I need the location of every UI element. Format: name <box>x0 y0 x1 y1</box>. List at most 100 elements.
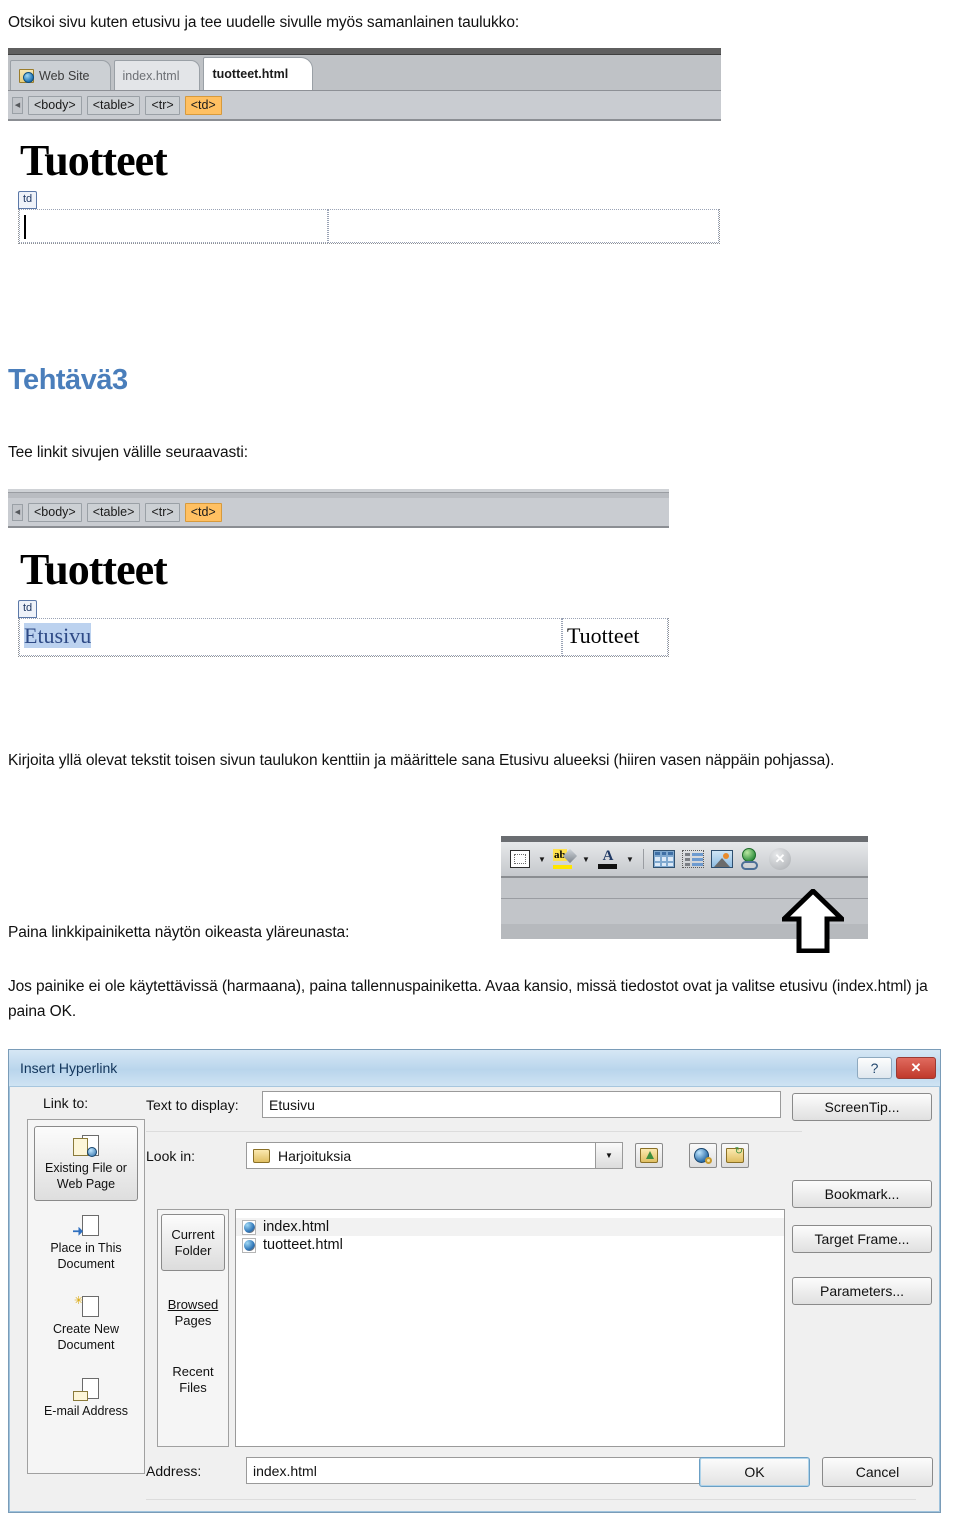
toolbar-row: ▼ ab ▼ A ▼ ✕ <box>501 842 868 878</box>
browse-the-web-button[interactable] <box>689 1143 717 1168</box>
font-color-icon[interactable]: A <box>595 846 621 872</box>
browse-up-folder-button[interactable] <box>635 1143 663 1168</box>
look-in-dropdown-arrow[interactable]: ▼ <box>596 1142 623 1169</box>
ok-button[interactable]: OK <box>699 1457 810 1487</box>
tab-recent-files-label1: Recent <box>172 1364 214 1380</box>
instruction-tee-linkit-text: Tee linkit sivujen välille seuraavasti: <box>8 444 248 461</box>
highlight-dropdown-arrow[interactable]: ▼ <box>580 855 592 864</box>
tag-tr[interactable]: <tr> <box>145 95 180 115</box>
instruction-paina-text: Paina linkkipainiketta näytön oikeasta y… <box>8 924 350 941</box>
link-to-create-label1: Create New <box>53 1321 119 1336</box>
look-in-value: Harjoituksia <box>278 1147 352 1164</box>
tag-body[interactable]: <body> <box>28 95 82 115</box>
page-canvas: Tuotteet td <box>8 121 721 293</box>
remove-hyperlink-icon[interactable]: ✕ <box>767 846 793 872</box>
tab-web-site[interactable]: Web Site <box>10 60 111 90</box>
tag-scroll-left-icon[interactable]: ◀ <box>12 96 23 114</box>
tag-selector-bar: ◀ <body> <table> <tr> <td> <box>8 91 721 121</box>
table-cell-right-2[interactable]: Tuotteet <box>562 618 668 656</box>
tag-selector-bar-2: ◀ <body> <table> <tr> <td> <box>8 498 669 528</box>
tab-browsed-pages-label2: Pages <box>174 1312 212 1328</box>
font-color-dropdown-arrow[interactable]: ▼ <box>624 855 636 864</box>
link-to-place-in-document[interactable]: Place in This Document <box>28 1201 144 1278</box>
dialog-action-buttons: OK Cancel <box>699 1457 933 1487</box>
table-cell-left[interactable] <box>19 209 328 243</box>
td-cell-marker: td <box>18 191 38 209</box>
screenshot-tuotteet-with-links: ◀ <body> <table> <tr> <td> Tuotteet td E… <box>8 489 669 697</box>
tab-tuotteet-html-label: tuotteet.html <box>212 67 289 81</box>
insert-layer-icon[interactable] <box>680 846 706 872</box>
file-list-item-index[interactable]: index.html <box>236 1218 784 1236</box>
text-to-display-label: Text to display: <box>146 1096 239 1113</box>
close-button[interactable]: ✕ <box>896 1057 936 1079</box>
tag-td-selected-2[interactable]: <td> <box>184 502 222 522</box>
tab-tuotteet-html[interactable]: tuotteet.html <box>203 57 314 90</box>
instruction-paina-linkkipainiketta: Paina linkkipainiketta näytön oikeasta y… <box>8 920 508 945</box>
page-heading: Tuotteet <box>20 136 168 185</box>
help-button[interactable]: ? <box>857 1057 892 1079</box>
borders-dropdown-arrow[interactable]: ▼ <box>536 855 548 864</box>
insert-picture-icon[interactable] <box>709 846 735 872</box>
borders-icon[interactable] <box>507 846 533 872</box>
paragraph-kirjoita: Kirjoita yllä olevat tekstit toisen sivu… <box>8 748 948 773</box>
address-label: Address: <box>146 1462 202 1479</box>
cancel-button[interactable]: Cancel <box>822 1457 933 1487</box>
parameters-button[interactable]: Parameters... <box>792 1277 932 1305</box>
look-in-combo[interactable]: Harjoituksia <box>246 1142 596 1169</box>
insert-hyperlink-icon[interactable] <box>738 846 764 872</box>
screentip-button[interactable]: ScreenTip... <box>792 1093 932 1121</box>
link-to-existing-file[interactable]: Existing File or Web Page <box>34 1126 138 1201</box>
tag-table-2[interactable]: <table> <box>86 502 141 522</box>
browse-for-file-button[interactable] <box>721 1143 749 1168</box>
link-to-panel: Existing File or Web Page Place in This … <box>27 1119 145 1474</box>
page-table-2: Etusivu Tuotteet <box>18 618 669 657</box>
link-to-email-address[interactable]: E-mail Address <box>28 1358 144 1424</box>
link-to-create-new-document[interactable]: ✳ Create New Document <box>28 1278 144 1359</box>
text-tuotteet: Tuotteet <box>567 623 640 648</box>
bookmark-button[interactable]: Bookmark... <box>792 1180 932 1208</box>
file-list-item-index-label: index.html <box>263 1219 330 1235</box>
link-to-create-label2: Document <box>57 1337 115 1352</box>
screenshot-tuotteet-empty-table: Web Site index.html tuotteet.html ◀ <bod… <box>8 48 721 293</box>
paragraph-kirjoita-text: Kirjoita yllä olevat tekstit toisen sivu… <box>8 752 835 769</box>
page-canvas-2: Tuotteet td Etusivu Tuotteet <box>8 528 669 697</box>
browse-for-file-icon <box>726 1146 744 1163</box>
table-cell-left-2[interactable]: Etusivu <box>19 618 562 656</box>
link-etusivu[interactable]: Etusivu <box>24 623 92 648</box>
highlight-color-icon[interactable]: ab <box>551 846 578 872</box>
tab-recent-files[interactable]: Recent Files <box>158 1340 228 1407</box>
tab-browsed-pages[interactable]: Browsed Pages <box>158 1275 228 1340</box>
tab-current-folder-label2: Folder <box>174 1242 212 1258</box>
toolbar-separator <box>643 849 644 869</box>
link-to-existing-file-label1: Existing File or <box>45 1161 127 1175</box>
existing-file-icon <box>73 1135 99 1159</box>
text-to-display-input[interactable]: Etusivu <box>262 1091 781 1118</box>
tab-web-site-label: Web Site <box>39 68 90 83</box>
folder-source-tabs: Current Folder Browsed Pages Recent File… <box>157 1209 229 1447</box>
tag-scroll-left-icon-2[interactable]: ◀ <box>12 503 23 521</box>
tab-index-html[interactable]: index.html <box>113 60 201 90</box>
file-list[interactable]: index.html tuotteet.html <box>235 1209 785 1447</box>
folder-icon <box>253 1148 270 1163</box>
table-cell-right[interactable] <box>328 209 719 243</box>
paragraph-jos-painike: Jos painike ei ole käytettävissä (harmaa… <box>8 974 953 1024</box>
tag-tr-2[interactable]: <tr> <box>145 502 180 522</box>
tag-td-selected[interactable]: <td> <box>184 95 222 115</box>
address-input[interactable]: index.html <box>246 1457 757 1484</box>
insert-table-icon[interactable] <box>651 846 677 872</box>
link-to-email-label1: E-mail Address <box>43 1404 129 1419</box>
tag-table[interactable]: <table> <box>86 95 141 115</box>
dialog-title-bar[interactable]: Insert Hyperlink ? ✕ <box>9 1050 940 1087</box>
tab-browsed-pages-label1: Browsed <box>167 1297 219 1313</box>
tab-current-folder-label1: Current <box>171 1227 215 1242</box>
tag-body-2[interactable]: <body> <box>28 502 82 522</box>
place-in-document-icon <box>73 1214 99 1239</box>
window-top-edge <box>8 48 721 55</box>
file-list-item-tuotteet[interactable]: tuotteet.html <box>236 1236 784 1254</box>
editor-tab-strip: Web Site index.html tuotteet.html <box>8 55 721 91</box>
link-to-existing-file-label2: Web Page <box>56 1177 116 1192</box>
browse-the-web-icon <box>694 1147 712 1164</box>
target-frame-button[interactable]: Target Frame... <box>792 1225 932 1253</box>
paragraph-jos-painike-text: Jos painike ei ole käytettävissä (harmaa… <box>8 978 928 1021</box>
tab-current-folder[interactable]: Current Folder <box>161 1214 225 1272</box>
